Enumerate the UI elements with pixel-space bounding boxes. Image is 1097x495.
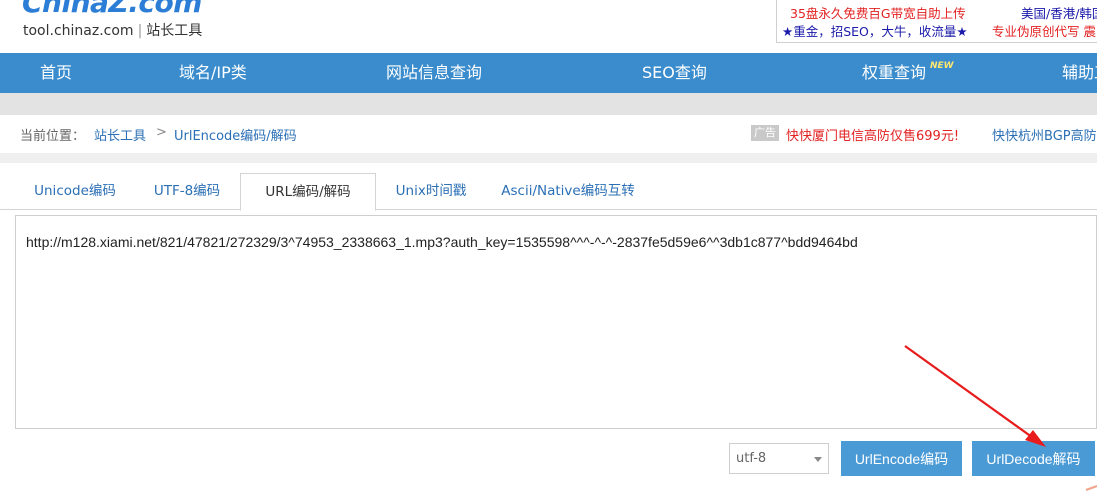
chevron-down-icon [814, 457, 822, 462]
promo-link-red[interactable]: 快快厦门电信高防仅售699元! [786, 125, 959, 144]
charset-select[interactable]: utf-8 [729, 443, 829, 474]
ad-badge: 广告 [751, 125, 779, 141]
main-nav: 首页 域名/IP类 网站信息查询 SEO查询 权重查询 NEW 辅助工 [0, 53, 1097, 93]
breadcrumb-separator: > [156, 125, 167, 140]
logo-subtitle: tool.chinaz.com | 站长工具 [23, 20, 202, 40]
nav-item-site-info[interactable]: 网站信息查询 [386, 53, 482, 93]
new-badge: NEW [930, 61, 954, 71]
tab-unicode[interactable]: Unicode编码 [22, 173, 128, 209]
url-encode-button[interactable]: UrlEncode编码 [841, 441, 962, 476]
site-logo[interactable]: ChinaZ.com tool.chinaz.com | 站长工具 [10, 0, 202, 52]
breadcrumb-label: 当前位置： [20, 129, 86, 144]
logo-separator: | [137, 23, 143, 39]
header-ad-link-4[interactable]: 专业伪原创代写 震 [992, 21, 1096, 40]
tab-unix-timestamp[interactable]: Unix时间戳 [382, 173, 480, 209]
section-divider [0, 153, 1097, 163]
breadcrumb-current-link[interactable]: UrlEncode编码/解码 [174, 125, 297, 144]
header-ad-link-2[interactable]: 美国/香港/韩国 [1021, 3, 1097, 22]
breadcrumb-home-link[interactable]: 站长工具 [94, 125, 146, 144]
breadcrumb: 当前位置： 站长工具 > UrlEncode编码/解码 广告 快快厦门电信高防仅… [0, 115, 1097, 153]
url-decode-button[interactable]: UrlDecode解码 [972, 441, 1095, 476]
logo-domain: tool.chinaz.com [23, 23, 134, 39]
tab-ascii-native[interactable]: Ascii/Native编码互转 [492, 173, 644, 209]
nav-item-weight[interactable]: 权重查询 [862, 53, 926, 93]
sub-nav-bar [0, 93, 1097, 115]
header-ad-link-1[interactable]: 35盘永久免费百G带宽自助上传 [790, 3, 966, 22]
tool-tabs: Unicode编码 UTF-8编码 URL编码/解码 Unix时间戳 Ascii… [0, 173, 1097, 211]
promo-link-blue[interactable]: 快快杭州BGP高防 [992, 125, 1097, 144]
nav-item-domain-ip[interactable]: 域名/IP类 [179, 53, 247, 93]
logo-text: ChinaZ.com [22, 0, 202, 19]
nav-item-seo[interactable]: SEO查询 [642, 53, 707, 93]
nav-item-home[interactable]: 首页 [40, 53, 72, 93]
header-ad-box: 35盘永久免费百G带宽自助上传 美国/香港/韩国 ★重金，招SEO，大牛，收流量… [776, 0, 1097, 43]
header-ad-link-3[interactable]: ★重金，招SEO，大牛，收流量★ [782, 21, 968, 40]
tab-utf8[interactable]: UTF-8编码 [140, 173, 234, 209]
url-input-textarea[interactable]: http://m128.xiami.net/821/47821/272329/3… [15, 215, 1097, 429]
charset-select-value: utf-8 [736, 451, 767, 466]
logo-tagline: 站长工具 [146, 23, 203, 39]
nav-item-assist[interactable]: 辅助工 [1062, 53, 1097, 93]
tab-url-encode[interactable]: URL编码/解码 [240, 173, 376, 211]
